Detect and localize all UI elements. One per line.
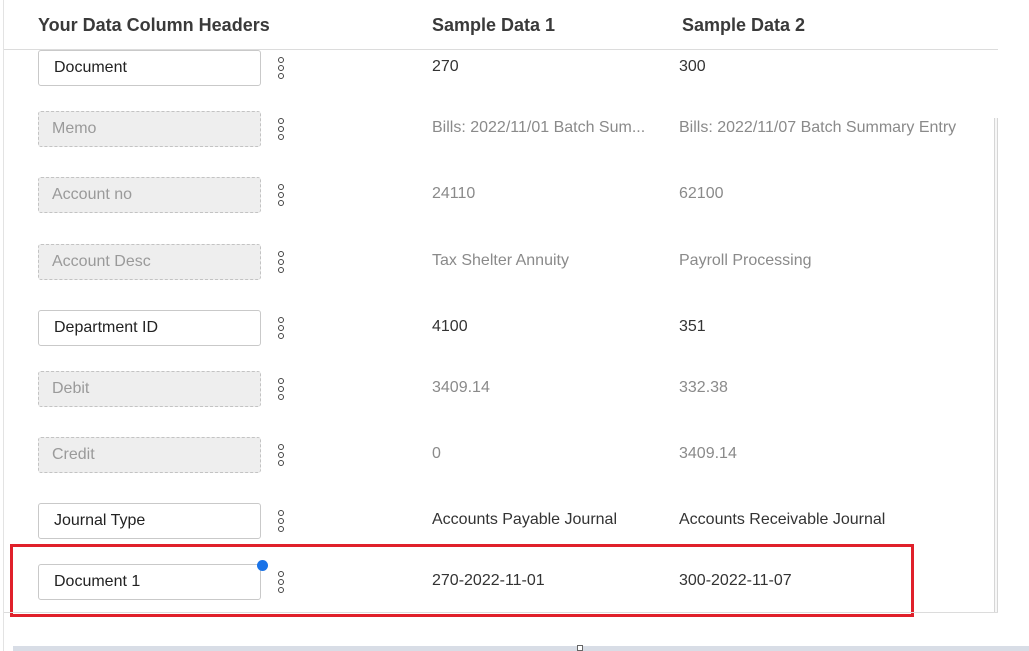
sample-data-2-cell: 62100	[679, 185, 724, 202]
column-header-field[interactable]: Document 1	[38, 564, 261, 600]
sample-data-2-cell: 3409.14	[679, 445, 737, 462]
resize-handle-icon[interactable]	[577, 645, 583, 651]
sample-data-1-cell: 24110	[432, 185, 476, 202]
sample-data-1-cell: Tax Shelter Annuity	[432, 252, 569, 269]
table-header: Your Data Column Headers Sample Data 1 S…	[4, 0, 998, 50]
vertical-scrollbar[interactable]	[994, 118, 998, 612]
column-header-field[interactable]: Document	[38, 50, 261, 86]
sample-data-1-cell: 4100	[432, 318, 468, 335]
sample-data-1-cell: 0	[432, 445, 441, 462]
bottom-edge-bar	[13, 646, 1029, 651]
sample-data-1-cell: 270-2022-11-01	[432, 572, 545, 589]
column-header-field-disabled: Debit	[38, 371, 261, 407]
column-header-field-disabled: Account no	[38, 177, 261, 213]
more-options-icon[interactable]	[273, 441, 289, 469]
sample-data-1-cell: 3409.14	[432, 379, 490, 396]
column-header-field-disabled: Credit	[38, 437, 261, 473]
sample-data-2-cell: Bills: 2022/11/07 Batch Summary Entry	[679, 119, 957, 136]
column-header-field[interactable]: Journal Type	[38, 503, 261, 539]
sample-data-2-cell: 300	[679, 58, 706, 75]
table-bottom-border	[4, 612, 998, 613]
header-your-column-headers: Your Data Column Headers	[38, 15, 270, 35]
table-row: Journal Type Accounts Payable Journal Ac…	[4, 503, 998, 543]
sample-data-2-cell: 332.38	[679, 379, 728, 396]
table-row: Debit 3409.14 332.38	[4, 371, 998, 411]
new-field-indicator	[257, 560, 268, 571]
sample-data-1-cell: 270	[432, 58, 459, 75]
more-options-icon[interactable]	[273, 115, 289, 143]
sample-data-2-cell: 351	[679, 318, 706, 335]
sample-data-2-cell: Payroll Processing	[679, 252, 812, 269]
sample-data-1-cell: Bills: 2022/11/01 Batch Sum...	[432, 119, 646, 136]
table-row: Department ID 4100 351	[4, 310, 998, 350]
table-row: Document 270 300	[4, 50, 998, 90]
sample-data-1-cell: Accounts Payable Journal	[432, 511, 617, 528]
header-sample-data-1: Sample Data 1	[432, 15, 556, 35]
column-header-field-disabled: Memo	[38, 111, 261, 147]
table-row: Memo Bills: 2022/11/01 Batch Sum... Bill…	[4, 111, 998, 151]
more-options-icon[interactable]	[273, 248, 289, 276]
sample-data-2-cell: 300-2022-11-07	[679, 572, 792, 589]
table-row: Account no 24110 62100	[4, 177, 998, 217]
table-row: Document 1 270-2022-11-01 300-2022-11-07	[4, 564, 998, 604]
table-row: Credit 0 3409.14	[4, 437, 998, 477]
more-options-icon[interactable]	[273, 181, 289, 209]
table-row: Account Desc Tax Shelter Annuity Payroll…	[4, 244, 998, 284]
more-options-icon[interactable]	[273, 54, 289, 82]
more-options-icon[interactable]	[273, 375, 289, 403]
sample-data-2-cell: Accounts Receivable Journal	[679, 511, 886, 528]
column-header-field[interactable]: Department ID	[38, 310, 261, 346]
more-options-icon[interactable]	[273, 568, 289, 596]
header-sample-data-2: Sample Data 2	[682, 15, 806, 35]
column-header-field-disabled: Account Desc	[38, 244, 261, 280]
more-options-icon[interactable]	[273, 314, 289, 342]
more-options-icon[interactable]	[273, 507, 289, 535]
